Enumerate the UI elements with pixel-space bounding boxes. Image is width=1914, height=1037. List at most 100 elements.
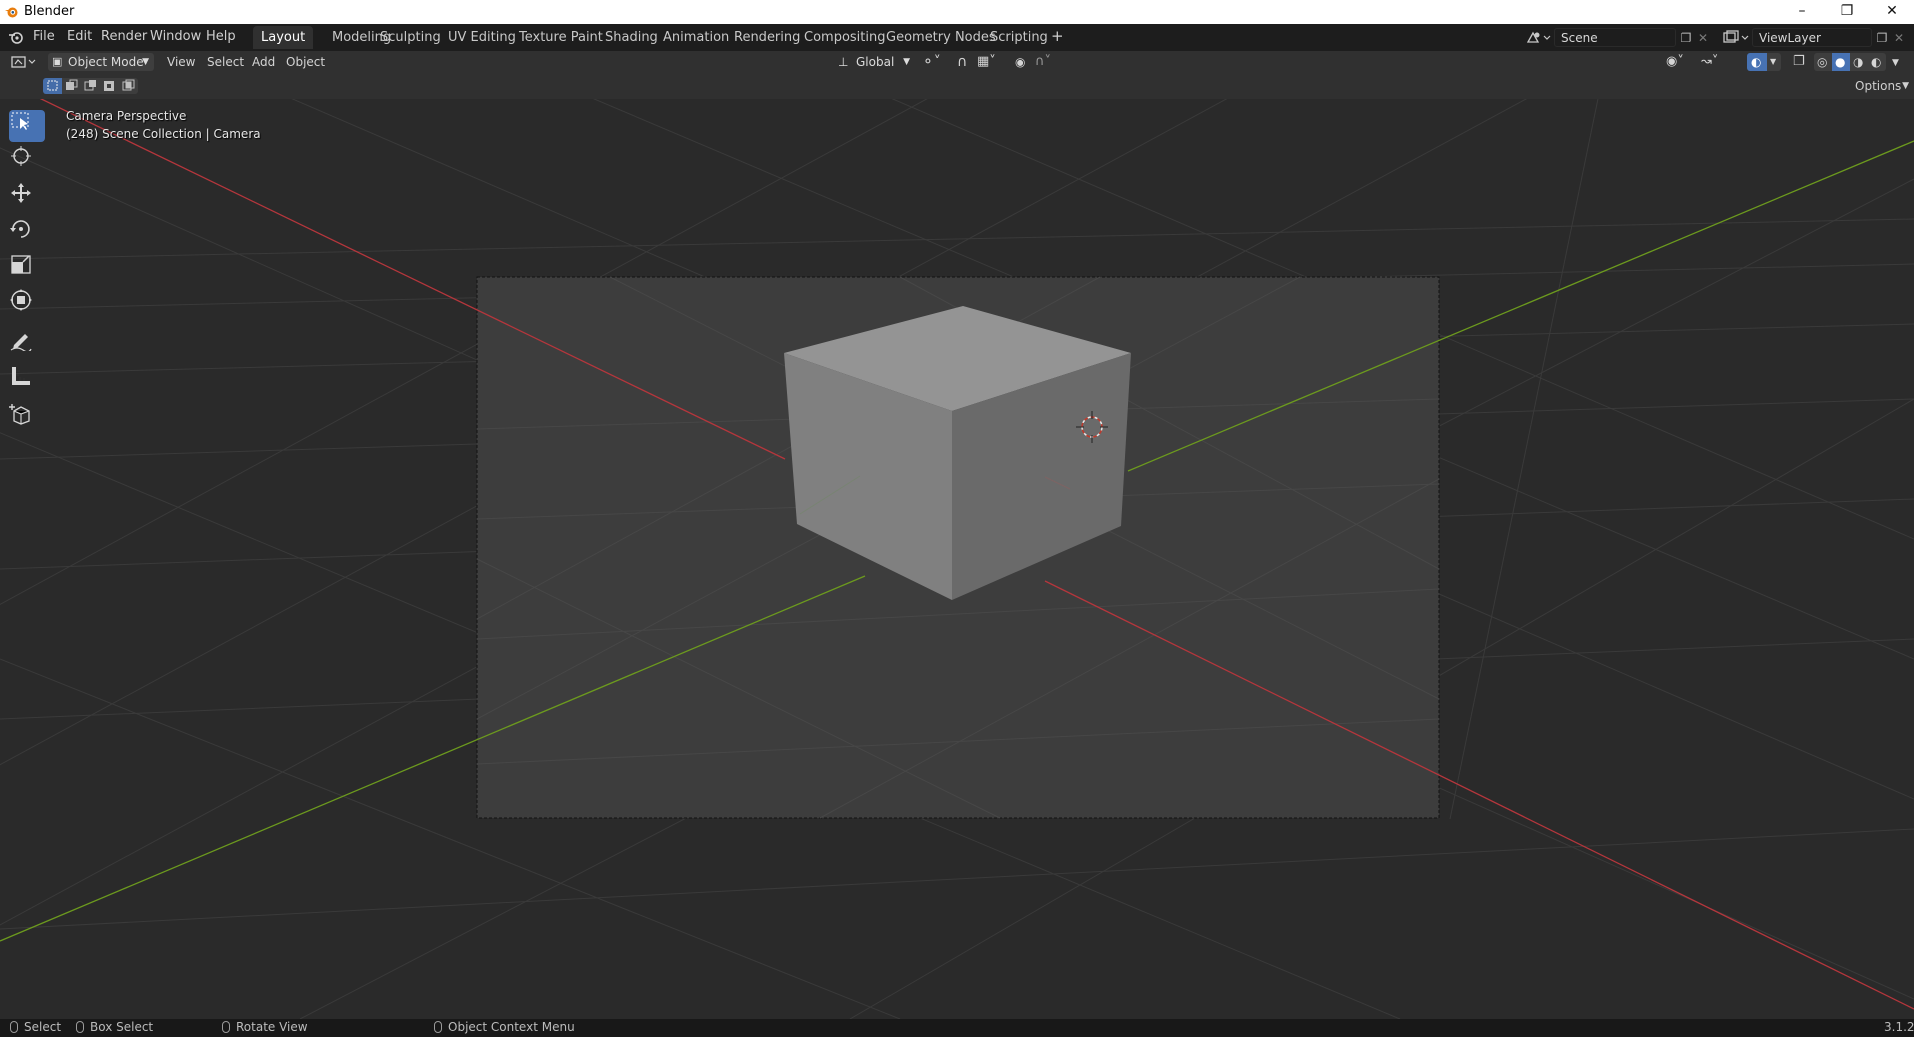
material-preview-icon: ◑	[1853, 55, 1864, 69]
tool-annotate[interactable]	[9, 329, 45, 361]
window-title: Blender	[24, 4, 75, 19]
tool-transform[interactable]	[9, 289, 45, 321]
tab-sculpting[interactable]: Sculpting	[372, 26, 449, 49]
restore-icon[interactable]: ❐	[1825, 0, 1869, 24]
tool-rotate[interactable]	[9, 218, 45, 250]
tool-cursor[interactable]	[9, 145, 45, 177]
scene-name-field[interactable]: Scene	[1554, 28, 1676, 47]
menu-file[interactable]: File	[33, 29, 55, 44]
tool-add-cube[interactable]	[9, 403, 45, 435]
select-invert-icon	[104, 81, 114, 91]
falloff-icon[interactable]: ∩˅	[1035, 53, 1051, 71]
tool-settings-bar: Options ▼	[0, 73, 1914, 99]
menu-help[interactable]: Help	[206, 29, 236, 44]
status-select-label: Select	[24, 1020, 62, 1034]
orientation-label: Global	[856, 55, 895, 69]
mouse-middle-icon	[222, 1021, 230, 1033]
editor-type-icon[interactable]	[10, 54, 38, 70]
blender-menu-icon[interactable]	[8, 30, 24, 45]
view-name-label: Camera Perspective	[66, 109, 187, 123]
select-mode-intersect[interactable]	[119, 78, 138, 94]
menu-view[interactable]: View	[167, 53, 195, 71]
menu-add[interactable]: Add	[252, 53, 275, 71]
tool-scale[interactable]	[9, 254, 45, 286]
tab-scripting[interactable]: Scripting	[982, 26, 1056, 49]
solid-icon: ●	[1835, 55, 1846, 69]
status-rotate-view: Rotate View	[222, 1020, 308, 1034]
select-extend-icon	[66, 79, 78, 90]
window-titlebar: Blender – ❐ ✕	[0, 0, 1914, 24]
status-context-menu: Object Context Menu	[434, 1020, 575, 1034]
status-box-select: Box Select	[76, 1020, 153, 1034]
delete-scene-icon[interactable]: ✕	[1696, 30, 1710, 46]
mode-dropdown[interactable]: ▣ Object Mode ▼	[48, 53, 154, 71]
menu-object[interactable]: Object	[286, 53, 325, 71]
xray-icon[interactable]: ❐	[1793, 53, 1805, 71]
select-intersect-icon	[122, 79, 135, 91]
overlays-dropdown[interactable]: ▼	[1767, 53, 1781, 71]
options-label: Options	[1855, 79, 1902, 93]
status-box-select-label: Box Select	[90, 1020, 154, 1034]
shading-rendered[interactable]: ◐	[1868, 53, 1886, 71]
add-workspace-button[interactable]: +	[1051, 27, 1064, 45]
tab-layout[interactable]: Layout	[253, 26, 314, 49]
viewport-canvas[interactable]	[0, 99, 1914, 1019]
mouse-left-icon	[10, 1021, 18, 1033]
select-mode-invert[interactable]	[100, 78, 119, 94]
snap-target-icon[interactable]: ▦˅	[977, 53, 996, 71]
transform-icon	[10, 289, 32, 311]
scene-icon[interactable]	[1526, 30, 1552, 45]
status-rotate-view-label: Rotate View	[236, 1020, 308, 1034]
select-new-icon	[47, 80, 58, 91]
tab-animation[interactable]: Animation	[655, 26, 737, 49]
menu-window[interactable]: Window	[150, 29, 201, 44]
wireframe-icon: ◎	[1817, 55, 1828, 69]
rendered-icon: ◐	[1871, 55, 1882, 69]
tool-select-box[interactable]	[9, 110, 45, 142]
gizmo-icon[interactable]: ↝˅	[1701, 53, 1718, 71]
chevron-down-icon: ▼	[142, 57, 149, 67]
mouse-drag-icon	[76, 1021, 84, 1033]
rotate-icon	[10, 220, 30, 238]
orientation-icon: ⊥	[838, 55, 849, 69]
select-mode-extend[interactable]	[62, 78, 81, 94]
delete-view-layer-icon[interactable]: ✕	[1892, 30, 1906, 46]
new-view-layer-icon[interactable]: ❐	[1874, 30, 1890, 46]
tool-measure[interactable]	[9, 365, 45, 397]
overlays-toggle[interactable]: ◐	[1747, 53, 1767, 71]
shading-solid[interactable]: ●	[1832, 53, 1850, 71]
snap-magnet-icon[interactable]: ∩	[957, 53, 967, 71]
select-mode-new[interactable]	[43, 78, 62, 94]
view-layer-icon[interactable]	[1722, 30, 1750, 45]
proportional-editing-icon[interactable]: ◉	[1015, 53, 1025, 71]
transform-orientation-dropdown[interactable]: ⊥ Global ▼	[836, 53, 912, 71]
new-scene-icon[interactable]: ❐	[1678, 30, 1694, 46]
tab-texture-paint[interactable]: Texture Paint	[511, 26, 611, 49]
status-select: Select	[10, 1020, 61, 1034]
tool-move[interactable]	[9, 182, 45, 214]
menu-edit[interactable]: Edit	[67, 29, 92, 44]
mode-label: Object Mode	[68, 55, 144, 69]
collection-info-label: (248) Scene Collection | Camera	[66, 127, 261, 141]
status-context-menu-label: Object Context Menu	[448, 1020, 575, 1034]
close-icon[interactable]: ✕	[1870, 0, 1914, 24]
shading-wireframe[interactable]: ◎	[1814, 53, 1832, 71]
pivot-point-icon[interactable]: ⚬˅	[922, 53, 941, 71]
version-label: 3.1.2	[1884, 1020, 1914, 1034]
shading-material[interactable]: ◑	[1850, 53, 1868, 71]
minimize-icon[interactable]: –	[1780, 0, 1824, 24]
menu-select[interactable]: Select	[207, 53, 244, 71]
menu-render[interactable]: Render	[101, 29, 147, 44]
3d-viewport[interactable]: Camera Perspective (248) Scene Collectio…	[0, 99, 1914, 1019]
select-mode-subtract[interactable]	[81, 78, 100, 94]
measure-icon	[12, 367, 30, 385]
annotate-icon	[10, 334, 32, 351]
blender-logo-icon	[5, 7, 18, 18]
view-layer-name-field[interactable]: ViewLayer	[1752, 28, 1872, 47]
options-dropdown[interactable]: Options ▼	[1843, 77, 1911, 95]
cursor-icon	[11, 146, 31, 166]
visibility-eye-icon[interactable]: ◉˅	[1666, 53, 1684, 71]
move-icon	[11, 183, 31, 203]
object-mode-icon: ▣	[52, 55, 63, 68]
shading-options-chevron-icon[interactable]: ▼	[1892, 54, 1899, 72]
